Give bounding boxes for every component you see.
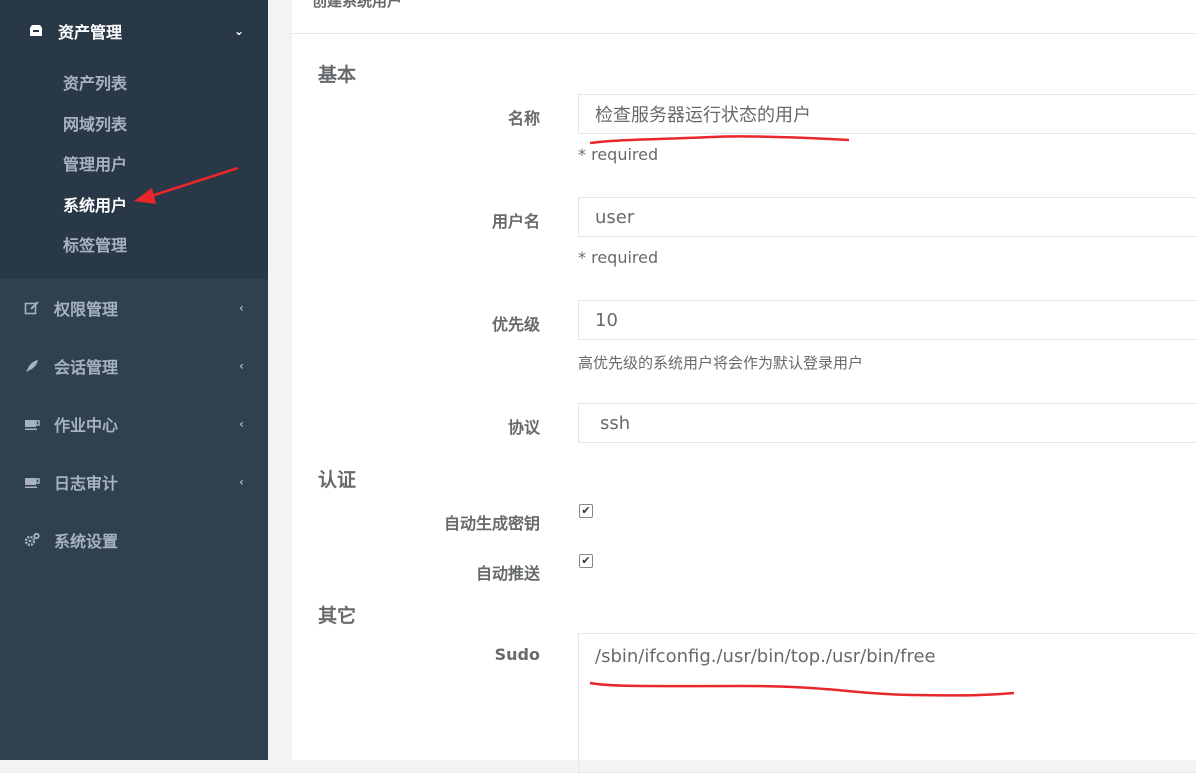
sidebar-item-domain-list[interactable]: 网域列表 (0, 103, 268, 144)
menu-job-center[interactable]: 作业中心 ‹ (0, 395, 268, 453)
sudo-label: Sudo (494, 645, 540, 664)
username-input[interactable]: user (578, 197, 1196, 237)
menu-label: 系统设置 (54, 531, 119, 551)
chevron-left-icon: ‹ (239, 300, 244, 315)
auto-generate-key-checkbox[interactable]: ✔ (579, 504, 593, 518)
sidebar-item-system-users[interactable]: 系统用户 (0, 184, 268, 225)
username-help: * required (578, 248, 659, 267)
menu-label: 资产管理 (58, 23, 123, 42)
section-basic: 基本 (318, 64, 357, 86)
menu-permission-management[interactable]: 权限管理 ‹ (0, 279, 268, 337)
sudo-textarea[interactable]: /sbin/ifconfig./usr/bin/top./usr/bin/fre… (578, 633, 1196, 773)
asset-menu: 资产管理 ⌄ 资产列表 网域列表 管理用户 系统用户 标签管理 (0, 0, 268, 279)
chevron-left-icon: ‹ (239, 358, 244, 373)
chevron-left-icon: ‹ (239, 474, 244, 489)
menu-session-management[interactable]: 会话管理 ‹ (0, 337, 268, 395)
coffee-icon (24, 416, 40, 432)
menu-label: 作业中心 (54, 415, 119, 435)
sidebar-item-admin-users[interactable]: 管理用户 (0, 143, 268, 184)
title-divider (292, 33, 1196, 34)
menu-asset-management[interactable]: 资产管理 ⌄ (0, 0, 268, 62)
edit-icon (24, 300, 40, 316)
coffee-icon (24, 474, 40, 490)
name-help: * required (578, 145, 659, 164)
gears-icon (24, 532, 40, 548)
chevron-down-icon: ⌄ (233, 24, 244, 38)
chevron-left-icon: ‹ (239, 416, 244, 431)
name-label: 名称 (507, 109, 540, 128)
auto-push-checkbox[interactable]: ✔ (579, 554, 593, 568)
rocket-icon (24, 358, 40, 374)
sidebar: 资产管理 ⌄ 资产列表 网域列表 管理用户 系统用户 标签管理 权限管理 ‹ 会… (0, 0, 268, 760)
menu-system-settings[interactable]: 系统设置 (0, 511, 268, 569)
menu-label: 权限管理 (54, 299, 119, 319)
protocol-select[interactable]: ssh (578, 403, 1196, 443)
sidebar-item-tag-management[interactable]: 标签管理 (0, 224, 268, 265)
auto-push-label: 自动推送 (475, 564, 540, 583)
section-auth: 认证 (318, 469, 357, 491)
page-title: 创建系统用户 (312, 0, 403, 10)
menu-label: 会话管理 (54, 357, 119, 377)
sidebar-item-asset-list[interactable]: 资产列表 (0, 62, 268, 103)
auto-generate-key-label: 自动生成密钥 (443, 514, 540, 533)
menu-log-audit[interactable]: 日志审计 ‹ (0, 453, 268, 511)
priority-help: 高优先级的系统用户将会作为默认登录用户 (578, 354, 864, 372)
priority-label: 优先级 (491, 315, 540, 334)
name-input[interactable]: 检查服务器运行状态的用户 (578, 94, 1196, 134)
username-label: 用户名 (491, 212, 540, 231)
menu-label: 日志审计 (54, 473, 119, 493)
inbox-icon (28, 23, 44, 39)
priority-input[interactable]: 10 (578, 300, 1196, 340)
form-panel: 创建系统用户 基本 名称 检查服务器运行状态的用户 * required 用户名… (292, 0, 1196, 773)
protocol-label: 协议 (507, 418, 540, 437)
section-other: 其它 (318, 605, 357, 627)
